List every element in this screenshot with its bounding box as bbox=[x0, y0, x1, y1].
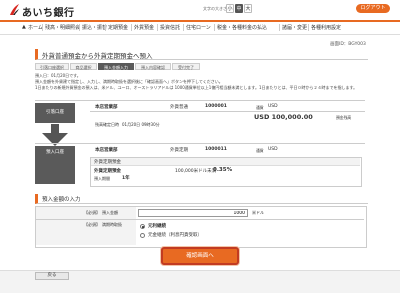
nav-item-transfer[interactable]: 振込・振替 bbox=[82, 24, 107, 31]
deposit-account-label: 預入口座 bbox=[35, 146, 75, 184]
product-term-label: 預入期間 bbox=[94, 176, 110, 181]
deposit-currency: USD bbox=[268, 147, 278, 152]
product-name: 外貨定期預金 bbox=[94, 169, 121, 174]
font-size-medium-button[interactable]: 中 bbox=[235, 4, 243, 13]
nav-item-home[interactable]: ホーム bbox=[28, 24, 43, 31]
nav-divider bbox=[279, 24, 280, 31]
note-line: 1日あたりの新規外貨預金の預入は、米ドル、ユーロ、オーストラリアドルは 1000… bbox=[35, 85, 358, 90]
maturity-label: 満期時取扱 bbox=[102, 222, 122, 227]
confirm-button[interactable]: 確認画面へ bbox=[161, 247, 239, 265]
nav-item-time-deposit[interactable]: 定期預金 bbox=[108, 24, 128, 31]
arrow-down-icon bbox=[42, 133, 68, 146]
balance-updated-label: 残高確定日時 bbox=[95, 122, 119, 127]
step-3-current: 預入金額入力 bbox=[98, 63, 134, 70]
product-term: 1年 bbox=[122, 176, 130, 181]
required-mark: 【必須】 bbox=[84, 222, 100, 227]
nav-divider bbox=[183, 24, 184, 31]
font-size-label: 文字の大きさ bbox=[203, 6, 227, 11]
bank-name: あいち銀行 bbox=[22, 8, 75, 19]
debit-balance: USD 100,000.00 bbox=[254, 113, 313, 121]
product-header-text: 外貨定期預金 bbox=[94, 160, 121, 165]
debit-number: 1000001 bbox=[205, 104, 227, 109]
amount-section-title: 預入金額の入力 bbox=[42, 197, 81, 203]
balance-updated-time: 01月20日 09時30分 bbox=[122, 122, 160, 127]
nav-item-balance[interactable]: 残高・明細照会 bbox=[45, 24, 80, 31]
font-size-large-button[interactable]: 大 bbox=[244, 4, 252, 13]
amount-label: 預入金額 bbox=[102, 210, 118, 215]
deposit-currency-label: 通貨 bbox=[256, 148, 264, 153]
nav-divider bbox=[131, 24, 132, 31]
amount-section-title-bar: 預入金額の入力 bbox=[35, 194, 368, 204]
step-1: 引落口座選択 bbox=[35, 63, 69, 70]
nav-item-settings[interactable]: 各種利用設定 bbox=[311, 24, 341, 31]
home-icon: ▲ bbox=[22, 24, 26, 30]
page-title: 外貨普通預金から外貨定期預金へ預入 bbox=[42, 52, 153, 60]
font-size-small-button[interactable]: 小 bbox=[226, 4, 234, 13]
nav-divider bbox=[105, 24, 106, 31]
debit-type: 外貨普通 bbox=[170, 105, 188, 110]
nav-item-housing-loan[interactable]: 住宅ローン bbox=[186, 24, 211, 31]
deposit-type: 外貨定期 bbox=[170, 148, 188, 153]
step-4: 預入内容確認 bbox=[135, 63, 171, 70]
nav-divider bbox=[157, 24, 158, 31]
nav-divider bbox=[42, 24, 43, 31]
nav-item-notifications[interactable]: 諸届・変更 bbox=[282, 24, 307, 31]
maturity-option-2-label[interactable]: 元金継続（利息円貨受取） bbox=[148, 232, 202, 238]
maturity-option-1-label[interactable]: 元利継続 bbox=[148, 223, 166, 229]
page-title-bar: 外貨普通預金から外貨定期預金へ預入 bbox=[35, 49, 368, 60]
nav-divider bbox=[308, 24, 309, 31]
logout-button[interactable]: ログアウト bbox=[356, 4, 390, 13]
debit-account-label: 引落口座 bbox=[35, 103, 75, 123]
nav-divider bbox=[79, 24, 80, 31]
screen-id: 画面ID：BGY003 bbox=[330, 42, 366, 47]
divider bbox=[35, 100, 365, 101]
required-mark: 【必須】 bbox=[84, 210, 100, 215]
nav-item-foreign-deposit[interactable]: 外貨預金 bbox=[134, 24, 154, 31]
deposit-branch: 本店営業部 bbox=[95, 148, 118, 153]
debit-branch: 本店営業部 bbox=[95, 105, 118, 110]
product-condition: 100,000米ドル未満 bbox=[175, 169, 217, 174]
divider bbox=[90, 111, 365, 112]
nav-divider bbox=[214, 24, 215, 31]
nav-item-investment-trust[interactable]: 投資信託 bbox=[160, 24, 180, 31]
step-5: 受付完了 bbox=[172, 63, 200, 70]
debit-balance-label: 預金残高 bbox=[336, 115, 352, 120]
deposit-number: 1000011 bbox=[205, 147, 227, 152]
debit-currency: USD bbox=[268, 104, 278, 109]
maturity-option-1-radio[interactable] bbox=[140, 224, 145, 229]
bank-logo-icon bbox=[10, 4, 19, 15]
step-2: 商品選択 bbox=[70, 63, 97, 70]
product-rate: 0.35% bbox=[213, 167, 233, 173]
amount-unit: 米ドル bbox=[252, 210, 264, 215]
back-button[interactable]: 戻る bbox=[35, 272, 69, 280]
amount-input[interactable] bbox=[138, 209, 248, 217]
maturity-option-2-radio[interactable] bbox=[140, 233, 145, 238]
product-header bbox=[91, 158, 360, 166]
divider bbox=[35, 143, 365, 144]
nav-item-tax-payment[interactable]: 税金・各種料金の払込 bbox=[217, 24, 267, 31]
